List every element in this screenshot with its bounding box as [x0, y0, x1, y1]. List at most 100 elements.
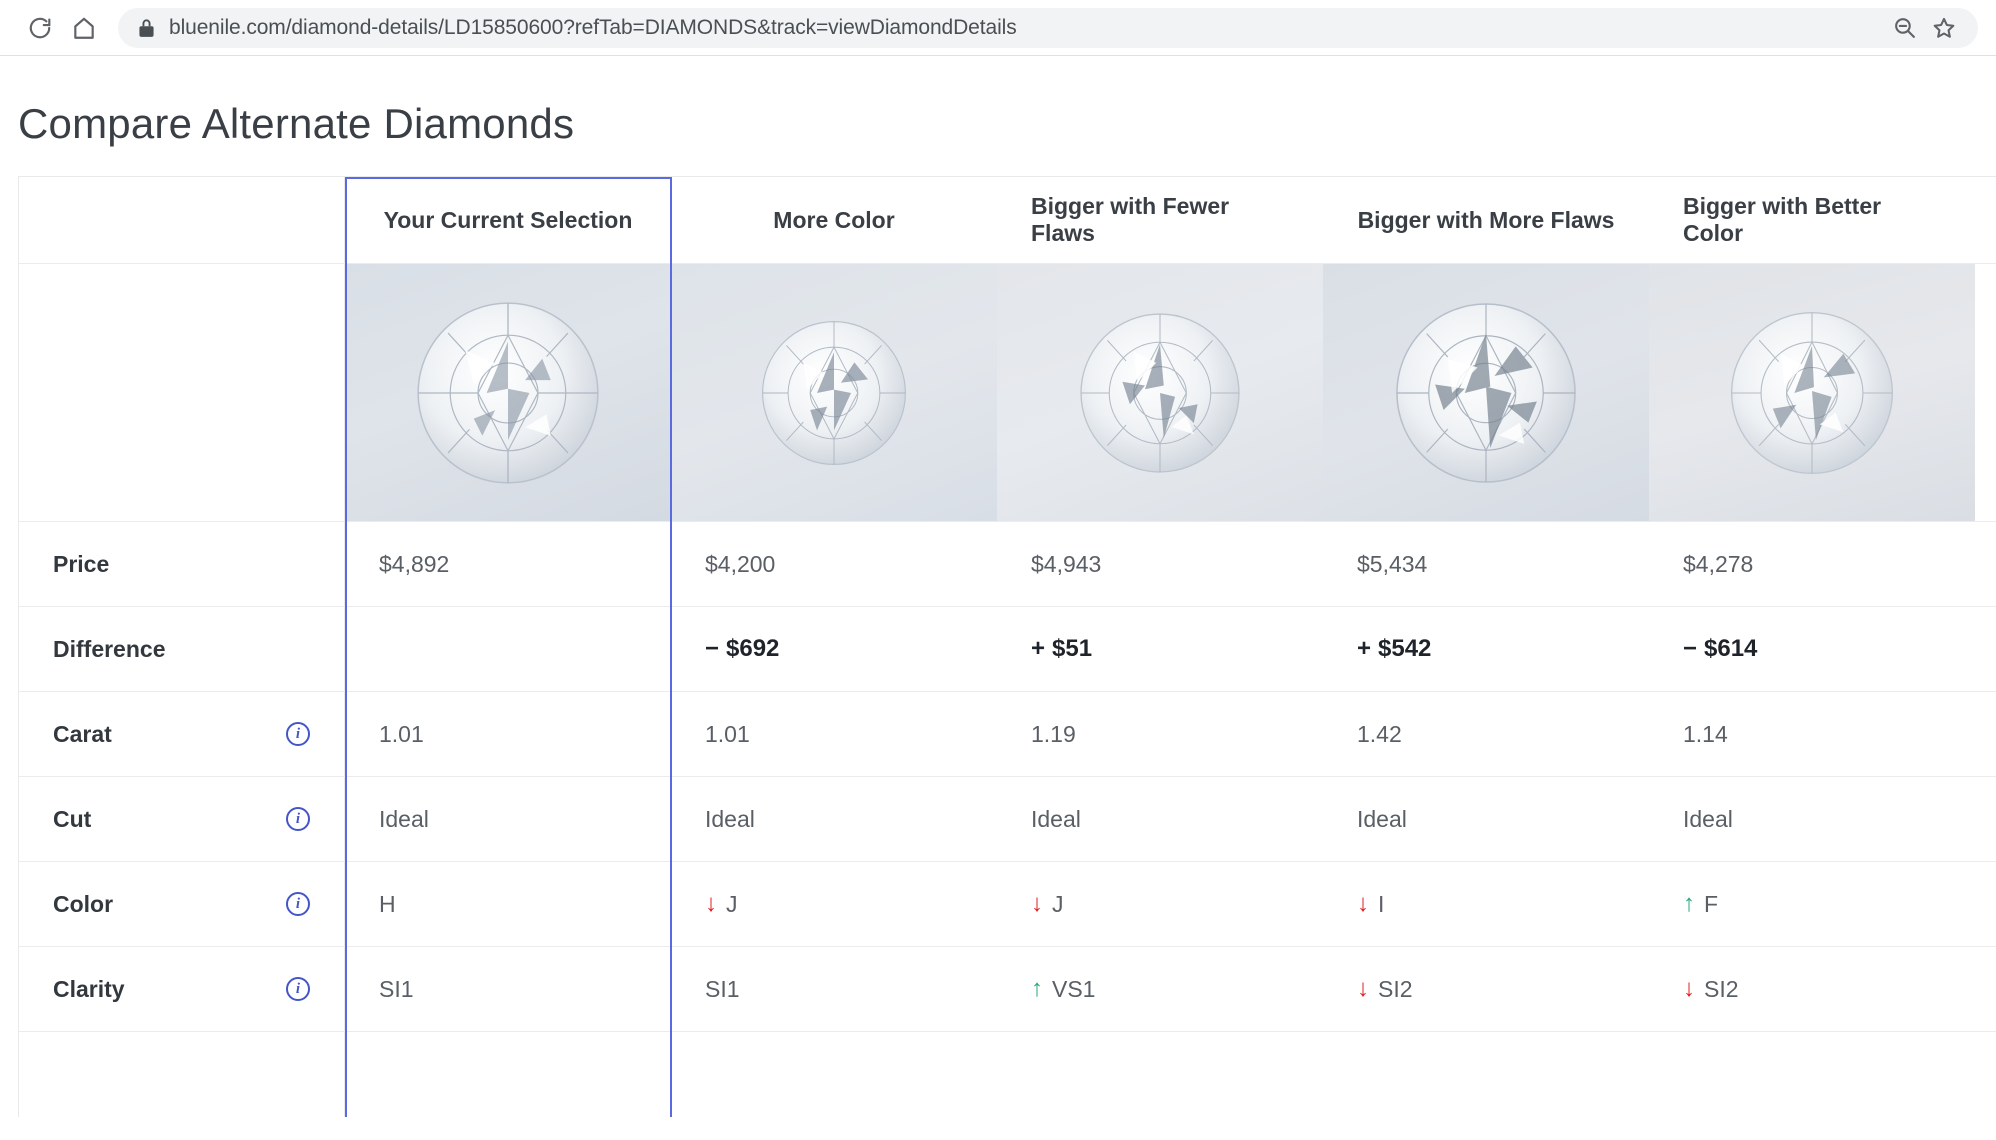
table-header-row: Your Current Selection More Color Bigger…: [19, 177, 1996, 264]
trend-arrow-icon: ↓: [1683, 977, 1695, 1001]
cut-value-0: Ideal: [345, 777, 671, 861]
row-label-next: [19, 1032, 345, 1117]
difference-sign: −: [1683, 635, 1697, 662]
trend-arrow-icon: ↑: [1683, 892, 1695, 916]
info-icon-carat[interactable]: i: [286, 722, 310, 746]
difference-value-0: [345, 607, 671, 691]
url-text: bluenile.com/diamond-details/LD15850600?…: [169, 16, 1884, 40]
table-row-next-partial: [19, 1032, 1996, 1117]
row-label-text: Price: [53, 551, 109, 578]
difference-text: $614: [1704, 635, 1757, 662]
row-label-text: Carat: [53, 721, 112, 748]
clarity-text: SI2: [1704, 976, 1739, 1003]
row-label-text: Clarity: [53, 976, 125, 1003]
diamond-image-cell-2[interactable]: [997, 264, 1323, 521]
next-value-1: [671, 1032, 997, 1117]
row-label-cut: Cut i: [19, 777, 345, 861]
diamond-image-row: [19, 264, 1996, 522]
column-header-1[interactable]: More Color: [671, 177, 997, 263]
difference-text: $51: [1052, 635, 1092, 662]
carat-value-4: 1.14: [1649, 692, 1975, 776]
carat-value-1: 1.01: [671, 692, 997, 776]
lock-icon: [138, 18, 155, 38]
header-corner-cell: [19, 177, 345, 263]
color-text: I: [1378, 891, 1384, 918]
trend-arrow-icon: ↓: [705, 892, 717, 916]
table-row-carat: Carat i 1.01 1.01 1.19 1.42 1.14: [19, 692, 1996, 777]
difference-text: $692: [726, 635, 779, 662]
difference-value-4: −$614: [1649, 607, 1975, 691]
info-icon-clarity[interactable]: i: [286, 977, 310, 1001]
info-icon-cut[interactable]: i: [286, 807, 310, 831]
diamond-photo-1: [671, 264, 997, 521]
color-text: J: [726, 891, 738, 918]
address-bar[interactable]: bluenile.com/diamond-details/LD15850600?…: [118, 8, 1978, 48]
difference-amount: −$614: [1683, 635, 1757, 663]
table-row-price: Price $4,892 $4,200 $4,943 $5,434 $4,278: [19, 522, 1996, 607]
price-value-1: $4,200: [671, 522, 997, 606]
image-row-label-cell: [19, 264, 345, 521]
color-text: F: [1704, 891, 1718, 918]
difference-sign: −: [705, 635, 719, 662]
price-value-3: $5,434: [1323, 522, 1649, 606]
row-label-carat: Carat i: [19, 692, 345, 776]
column-header-3[interactable]: Bigger with More Flaws: [1323, 177, 1649, 263]
difference-amount: +$51: [1031, 635, 1092, 663]
diamond-image-cell-4[interactable]: [1649, 264, 1975, 521]
next-value-3: [1323, 1032, 1649, 1117]
color-value-1: ↓ J: [671, 862, 997, 946]
diamond-photo-2: [997, 264, 1323, 521]
column-header-4[interactable]: Bigger with Better Color: [1649, 177, 1975, 263]
reload-button[interactable]: [18, 6, 62, 50]
table-row-clarity: Clarity i SI1 SI1 ↑ VS1 ↓ SI2 ↓ SI2: [19, 947, 1996, 1032]
row-label-difference: Difference: [19, 607, 345, 691]
clarity-value-1: SI1: [671, 947, 997, 1031]
clarity-text: SI2: [1378, 976, 1413, 1003]
row-label-text: Difference: [53, 636, 165, 663]
diamond-icon: [401, 286, 615, 500]
clarity-value-4: ↓ SI2: [1649, 947, 1975, 1031]
row-label-clarity: Clarity i: [19, 947, 345, 1031]
diamond-icon: [1066, 299, 1254, 487]
diamond-image-cell-0[interactable]: [345, 264, 671, 521]
home-icon: [71, 15, 97, 41]
difference-value-2: +$51: [997, 607, 1323, 691]
cut-value-3: Ideal: [1323, 777, 1649, 861]
column-header-2[interactable]: Bigger with Fewer Flaws: [997, 177, 1323, 263]
zoom-out-icon[interactable]: [1884, 8, 1924, 48]
diamond-icon: [1714, 295, 1910, 491]
page-title: Compare Alternate Diamonds: [18, 56, 1978, 176]
table-row-color: Color i H ↓ J ↓ J ↓ I ↑ F: [19, 862, 1996, 947]
carat-value-3: 1.42: [1323, 692, 1649, 776]
row-label-color: Color i: [19, 862, 345, 946]
trend-arrow-icon: ↓: [1357, 977, 1369, 1001]
color-value-3: ↓ I: [1323, 862, 1649, 946]
carat-value-0: 1.01: [345, 692, 671, 776]
trend-arrow-icon: ↓: [1357, 892, 1369, 916]
color-value-0: H: [345, 862, 671, 946]
clarity-text: SI1: [705, 976, 740, 1003]
clarity-text: VS1: [1052, 976, 1095, 1003]
diamond-image-cell-1[interactable]: [671, 264, 997, 521]
next-value-0: [345, 1032, 671, 1117]
table-row-difference: Difference −$692 +$51 +$542 −$614: [19, 607, 1996, 692]
difference-text: $542: [1378, 635, 1431, 662]
clarity-text: SI1: [379, 976, 414, 1003]
price-value-4: $4,278: [1649, 522, 1975, 606]
bookmark-star-icon[interactable]: [1924, 8, 1964, 48]
browser-toolbar: bluenile.com/diamond-details/LD15850600?…: [0, 0, 1996, 56]
column-header-0[interactable]: Your Current Selection: [345, 177, 671, 263]
info-icon-color[interactable]: i: [286, 892, 310, 916]
diamond-icon: [1380, 287, 1592, 499]
difference-value-3: +$542: [1323, 607, 1649, 691]
home-button[interactable]: [62, 6, 106, 50]
color-value-2: ↓ J: [997, 862, 1323, 946]
difference-amount: +$542: [1357, 635, 1431, 663]
reload-icon: [27, 15, 53, 41]
diamond-image-cell-3[interactable]: [1323, 264, 1649, 521]
cut-value-4: Ideal: [1649, 777, 1975, 861]
next-value-2: [997, 1032, 1323, 1117]
row-label-text: Color: [53, 891, 113, 918]
color-text: J: [1052, 891, 1064, 918]
row-label-text: Cut: [53, 806, 91, 833]
